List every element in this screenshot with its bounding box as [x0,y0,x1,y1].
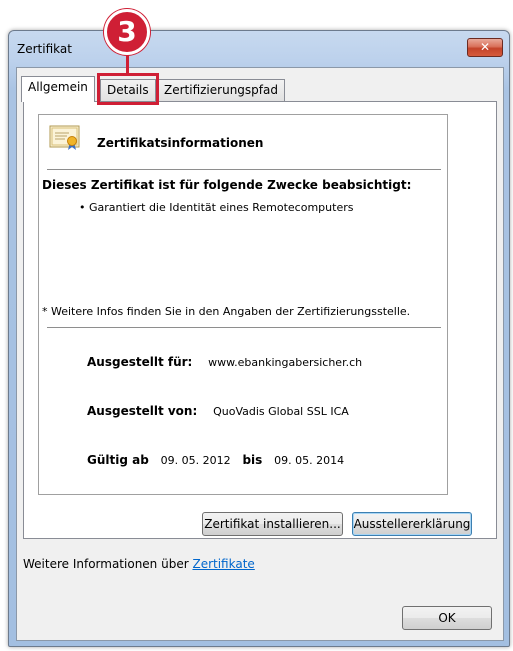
certificate-info-panel: Zertifikatsinformationen Dieses Zertifik… [38,114,448,495]
dialog-client-area: Allgemein Details Zertifizierungspfad Ze… [16,67,504,641]
tab-label: Zertifizierungspfad [164,83,278,97]
issued-to-row: Ausgestellt für: www.ebankingabersicher.… [87,355,362,369]
purpose-heading: Dieses Zertifikat ist für folgende Zweck… [42,178,412,192]
install-certificate-button[interactable]: Zertifikat installieren... [202,512,343,536]
info-header: Zertifikatsinformationen [39,115,447,169]
tab-label: Allgemein [28,80,88,94]
issued-by-label: Ausgestellt von: [87,404,198,418]
step-number-badge: 3 [104,9,150,55]
issued-to-label: Ausgestellt für: [87,355,193,369]
certificates-link[interactable]: Zertifikate [192,557,254,571]
certificate-dialog: Zertifikat ✕ Allgemein Details Zertifizi… [8,30,510,647]
divider [47,327,441,328]
tab-panel-general: Zertifikatsinformationen Dieses Zertifik… [23,101,497,539]
valid-from-value: 09. 05. 2012 [160,454,231,467]
tab-zertifizierungspfad[interactable]: Zertifizierungspfad [157,79,285,101]
valid-to-label: bis [242,453,263,467]
step-badge-stem [126,55,129,73]
details-tab-highlight [97,73,159,105]
more-info-text: Weitere Informationen über [23,557,189,571]
valid-from-label: Gültig ab [87,453,149,467]
window-title: Zertifikat [17,42,72,56]
issued-by-row: Ausgestellt von: QuoVadis Global SSL ICA [87,404,349,418]
valid-to-value: 09. 05. 2014 [274,454,345,467]
issued-by-value: QuoVadis Global SSL ICA [213,405,349,418]
more-info-line: Weitere Informationen über Zertifikate [23,557,255,571]
ok-button[interactable]: OK [402,606,492,630]
validity-row: Gültig ab 09. 05. 2012 bis 09. 05. 2014 [87,453,344,467]
certificate-icon [49,125,80,150]
info-title: Zertifikatsinformationen [97,136,264,150]
issued-to-value: www.ebankingabersicher.ch [208,356,363,369]
close-button[interactable]: ✕ [467,38,503,57]
divider [47,169,441,170]
ca-note: * Weitere Infos finden Sie in den Angabe… [42,305,411,318]
issuer-statement-button[interactable]: Ausstellererklärung [352,512,472,536]
close-icon: ✕ [479,40,491,54]
tab-allgemein[interactable]: Allgemein [21,76,95,102]
purpose-item: • Garantiert die Identität eines Remotec… [79,201,354,214]
